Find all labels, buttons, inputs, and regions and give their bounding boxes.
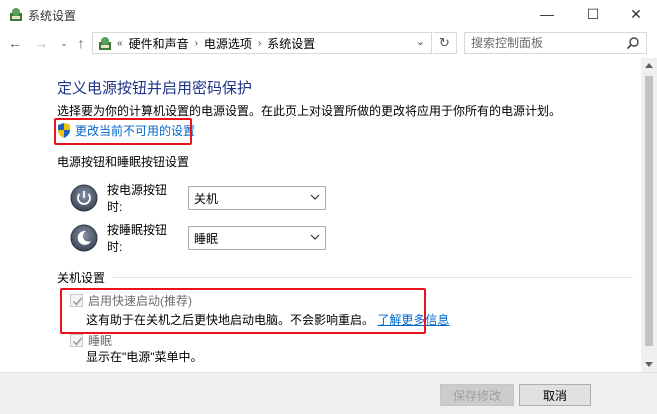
footer-bar: 保存修改 取消 [0,372,657,414]
page-description: 选择要为你的计算机设置的电源设置。在此页上对设置所做的更改将应用于你所有的电源计… [57,104,562,118]
power-button-label: 按电源按钮时: [107,183,168,214]
section-divider [113,277,634,278]
navigation-bar: ← → ⌄ ↑ « 硬件和声音 › 电源选项 › 系统设置 ⌄ ↻ [0,28,657,58]
change-link-label[interactable]: 更改当前不可用的设置 [75,122,195,139]
uac-shield-icon [58,123,70,138]
power-buttons-section-label: 电源按钮和睡眠按钮设置 [57,153,197,170]
sleep-option-description: 显示在"电源"菜单中。 [86,350,203,364]
control-panel-icon [10,8,22,21]
power-section-title: 电源按钮和睡眠按钮设置 [57,155,190,169]
shutdown-section-title: 关机设置 [57,271,106,285]
arrow-right-icon: → [34,35,48,51]
breadcrumb-separator[interactable]: › [258,38,261,49]
page-title: 定义电源按钮并启用密码保护 [57,80,253,97]
sleep-button-label: 按睡眠按钮时: [107,223,168,254]
title-bar: 系统设置 — ☐ ✕ [0,0,657,28]
breadcrumb-hardware-sound[interactable]: 硬件和声音 [129,35,189,52]
vertical-scrollbar[interactable] [641,58,657,372]
back-button[interactable]: ← [6,34,24,52]
main-content: 定义电源按钮并启用密码保护 选择要为你的计算机设置的电源设置。在此页上对设置所做… [0,58,641,372]
sleep-option-label: 睡眠 [88,334,113,348]
fast-startup-checkbox[interactable] [70,294,83,307]
forward-button[interactable]: → [32,34,50,52]
power-button-action-value: 关机 [194,191,219,206]
recent-locations-button[interactable]: ⌄ [55,34,73,52]
refresh-icon: ↻ [439,35,450,50]
sleep-option: 睡眠 [70,332,112,349]
window-title: 系统设置 [28,9,77,23]
sleep-icon [70,224,98,252]
arrow-left-icon: ← [8,35,22,51]
search-box[interactable] [464,32,647,54]
change-unavailable-settings-link[interactable]: 更改当前不可用的设置 [57,122,195,139]
checkmark-icon [72,337,83,346]
chevron-down-icon: ⌄ [60,37,68,48]
fast-startup-option: 启用快速启动(推荐) [70,292,192,309]
sleep-button-action-select[interactable]: 睡眠 [188,226,326,250]
fast-startup-desc-text: 这有助于在关机之后更快地启动电脑。不会影响重启。 [86,313,375,327]
maximize-button[interactable]: ☐ [571,0,615,28]
learn-more-link[interactable]: 了解更多信息 [377,313,449,327]
search-input[interactable] [465,33,615,53]
fast-startup-description: 这有助于在关机之后更快地启动电脑。不会影响重启。 了解更多信息 [86,311,449,328]
save-changes-button[interactable]: 保存修改 [440,384,514,406]
address-bar[interactable]: « 硬件和声音 › 电源选项 › 系统设置 ⌄ [92,32,432,54]
breadcrumb-power-options[interactable]: 电源选项 [204,35,252,52]
refresh-button[interactable]: ↻ [433,32,457,54]
scroll-down-icon[interactable] [645,362,653,368]
sleep-checkbox[interactable] [70,334,83,347]
chevron-down-icon [310,194,320,200]
address-dropdown-icon[interactable]: ⌄ [416,35,425,48]
control-panel-icon [99,37,111,50]
search-icon[interactable] [626,36,640,50]
close-icon: ✕ [630,5,642,22]
scrollbar-thumb[interactable] [645,76,653,346]
minimize-button[interactable]: — [525,0,569,28]
up-button[interactable]: ↑ [72,34,90,52]
breadcrumb-separator[interactable]: › [195,38,198,49]
fast-startup-label: 启用快速启动(推荐) [88,294,192,308]
shutdown-section-label: 关机设置 [57,269,634,286]
checkmark-icon [72,297,83,306]
sleep-button-action-value: 睡眠 [194,231,219,246]
breadcrumb-system-settings[interactable]: 系统设置 [267,35,315,52]
sleep-button-row: 按睡眠按钮时: [70,223,179,254]
breadcrumb-overflow[interactable]: « [117,38,123,49]
power-button-action-select[interactable]: 关机 [188,186,326,210]
maximize-icon: ☐ [586,5,600,22]
minimize-icon: — [540,6,554,22]
scroll-up-icon[interactable] [645,62,653,68]
chevron-down-icon [310,234,320,240]
power-icon [70,184,98,212]
close-button[interactable]: ✕ [614,0,657,28]
arrow-up-icon: ↑ [77,35,85,51]
power-button-row: 按电源按钮时: [70,183,179,214]
cancel-button[interactable]: 取消 [519,384,591,406]
